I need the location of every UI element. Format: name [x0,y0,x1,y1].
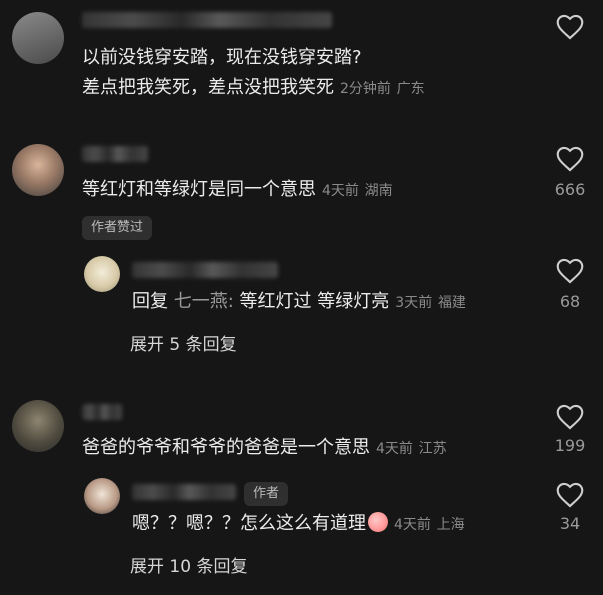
like-count: 34 [559,514,581,533]
comment-text: 爸爸的爷爷和爷爷的爸爸是一个意思 4天前 江苏 [82,437,447,458]
like-count: 666 [554,180,586,199]
comment-text: 等红灯和等绿灯是同一个意思 4天前 湖南 [82,179,393,200]
like-count: 68 [559,292,581,311]
comment-location: 上海 [436,517,465,533]
expand-replies-button[interactable]: 展开 5 条回复 [130,330,237,355]
comment-text: 以前没钱穿安踏，现在没钱穿安踏? [82,47,362,68]
username-blurred[interactable] [82,12,332,28]
username-blurred[interactable] [82,404,122,420]
avatar[interactable] [12,12,64,64]
comment-text: 差点把我笑死，差点没把我笑死 2分钟前 广东 [82,77,425,98]
heart-icon[interactable] [556,146,584,172]
reply-text: 回复 七一燕: 等红灯过 等绿灯亮 3天前 福建 [132,291,466,312]
author-badge: 作者 [244,482,289,506]
comment-location: 江苏 [418,441,447,457]
heart-icon[interactable] [556,404,584,430]
comment-location: 福建 [437,295,466,311]
username-blurred[interactable] [132,484,236,500]
reply-text: 嗯？？嗯？？怎么这么有道理 4天前 上海 [132,512,465,534]
username-blurred[interactable] [132,262,278,278]
avatar[interactable] [12,400,64,452]
comment-time: 4天前 [322,183,359,199]
username-blurred[interactable] [82,146,148,162]
peach-emoji-icon [368,512,388,532]
comment-time: 3天前 [395,295,433,311]
like-count: 199 [554,436,586,455]
comment-location: 广东 [396,81,425,97]
avatar[interactable] [12,144,64,196]
comment-time: 4天前 [376,441,413,457]
heart-icon[interactable] [556,258,584,284]
expand-replies-button[interactable]: 展开 10 条回复 [130,552,247,577]
heart-icon[interactable] [556,482,584,508]
heart-icon[interactable] [556,14,584,40]
reply-label: 回复 [132,291,168,312]
comment-time: 4天前 [394,517,431,533]
avatar[interactable] [84,256,120,292]
author-liked-badge: 作者赞过 [82,216,153,240]
comment-time: 2分钟前 [340,81,391,97]
reply-target: 七一燕: [173,291,234,312]
avatar[interactable] [84,478,120,514]
comment-location: 湖南 [364,183,393,199]
